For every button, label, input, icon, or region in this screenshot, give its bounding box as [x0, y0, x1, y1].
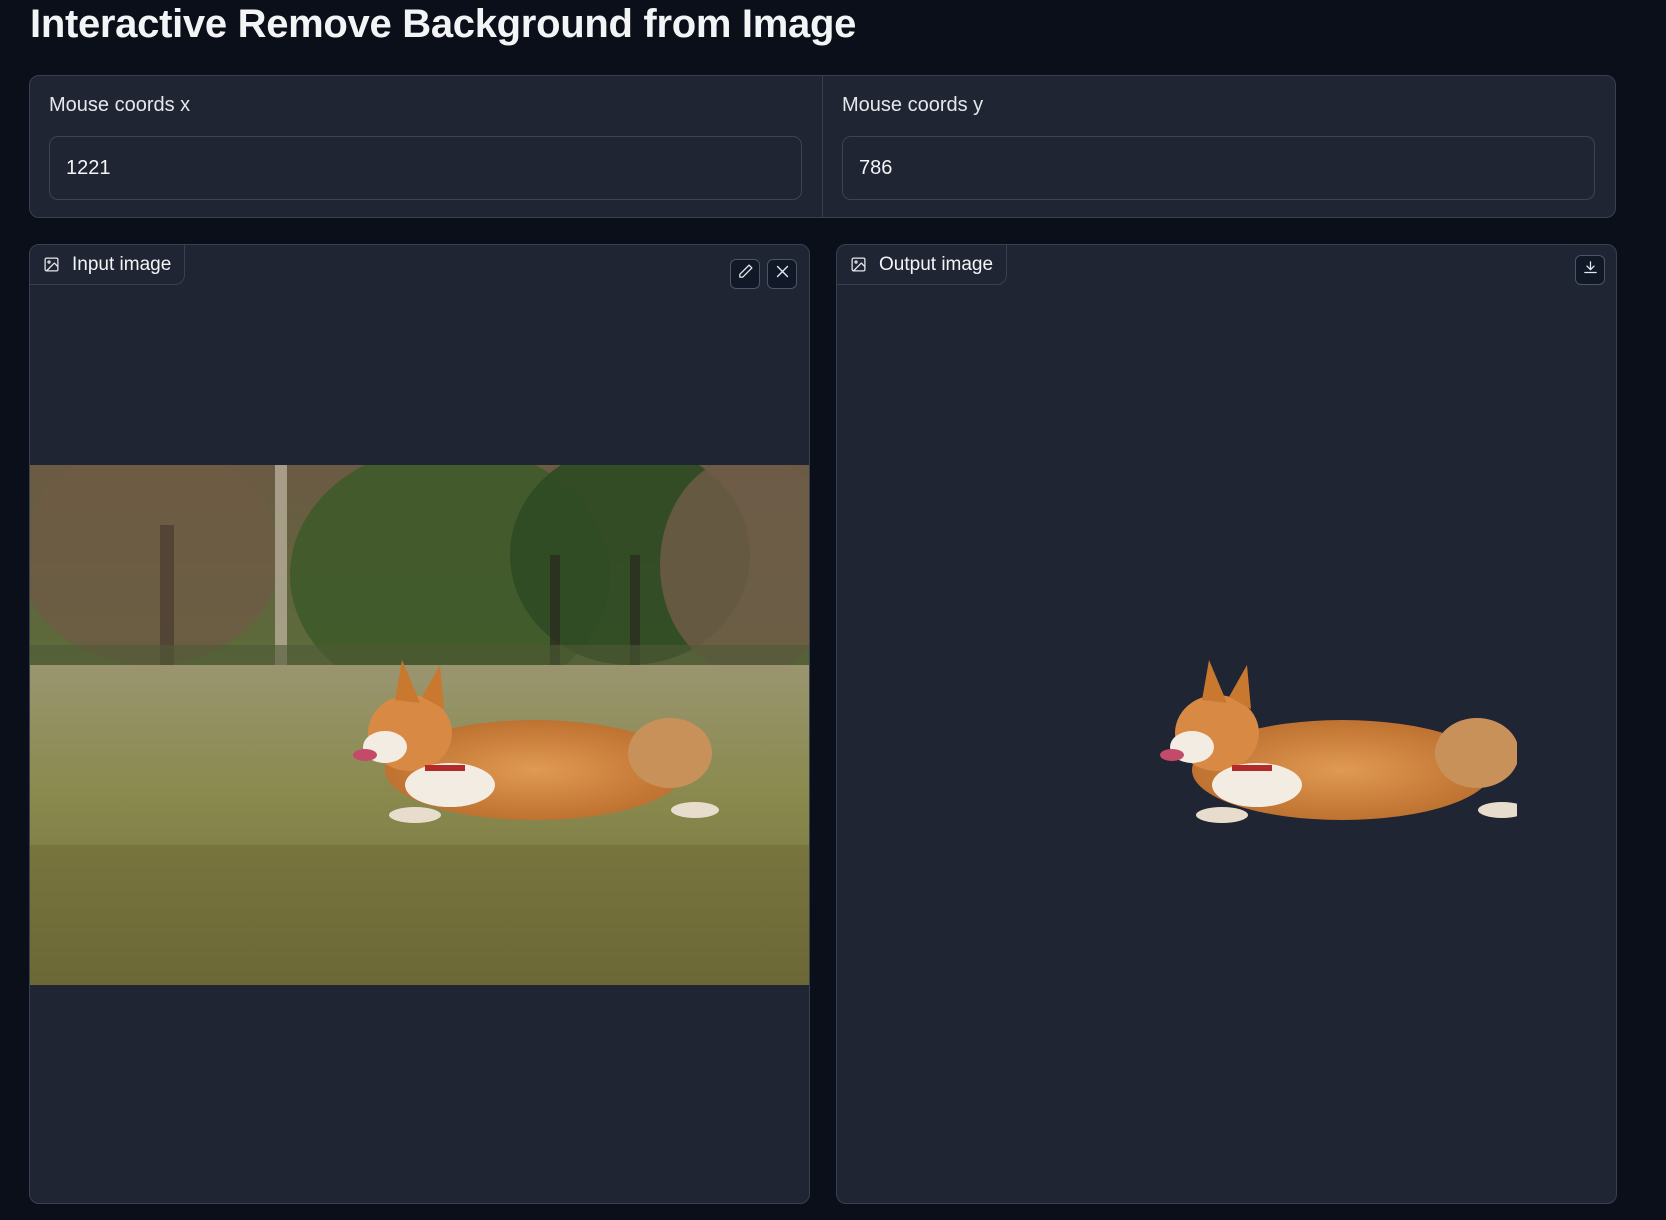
download-button[interactable]: [1575, 255, 1605, 285]
output-image-panel[interactable]: Output image: [836, 244, 1617, 1204]
input-image-photo[interactable]: [30, 465, 810, 985]
input-image-panel[interactable]: Input image: [29, 244, 810, 1204]
clear-image-button[interactable]: [767, 259, 797, 289]
page: Interactive Remove Background from Image…: [0, 0, 1666, 1220]
mouse-coords-y-label: Mouse coords y: [842, 94, 984, 116]
pencil-icon: [737, 263, 754, 285]
output-image-cutout[interactable]: [1137, 645, 1517, 825]
edit-image-button[interactable]: [730, 259, 760, 289]
mouse-coords-x-input[interactable]: [49, 136, 802, 200]
mouse-coords-y-field: Mouse coords y: [822, 76, 1615, 217]
page-title: Interactive Remove Background from Image: [30, 2, 857, 46]
download-icon: [1582, 259, 1599, 281]
close-icon: [774, 263, 791, 285]
image-icon: [43, 256, 60, 273]
mouse-coords-x-label: Mouse coords x: [49, 94, 191, 116]
output-image-label-tab: Output image: [837, 245, 1008, 285]
input-image-label: Input image: [72, 253, 172, 275]
mouse-coords-y-input[interactable]: [842, 136, 1595, 200]
image-icon: [850, 256, 867, 273]
mouse-coords-x-field: Mouse coords x: [30, 76, 822, 217]
input-image-label-tab: Input image: [30, 245, 186, 285]
mouse-coords-row: Mouse coords x Mouse coords y: [29, 75, 1616, 218]
output-image-label: Output image: [879, 253, 994, 275]
